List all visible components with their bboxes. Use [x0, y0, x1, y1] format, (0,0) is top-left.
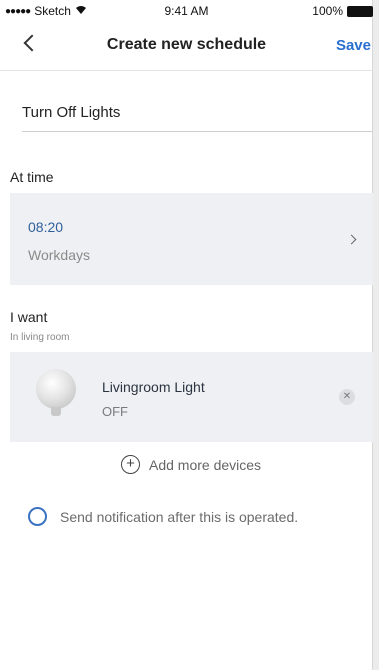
phone-screen: ●●●●● Sketch 9:41 AM 100% Create new sch…: [0, 0, 373, 670]
status-right: 100%: [312, 4, 373, 18]
save-button[interactable]: Save: [336, 37, 371, 54]
i-want-label: I want: [10, 309, 48, 325]
remove-device-button[interactable]: ✕: [339, 389, 355, 405]
device-row[interactable]: Livingroom Light OFF ✕: [10, 352, 373, 442]
at-time-label: At time: [10, 169, 54, 185]
nav-divider: [0, 70, 373, 71]
light-bulb-base: [51, 407, 61, 416]
status-bar: ●●●●● Sketch 9:41 AM 100%: [0, 0, 373, 22]
battery-icon: [347, 5, 373, 17]
room-sublabel: In living room: [10, 332, 70, 343]
time-value: 08:20: [28, 219, 64, 235]
time-picker-row[interactable]: 08:20 Workdays: [10, 193, 373, 285]
device-state: OFF: [102, 404, 128, 419]
battery-percent: 100%: [312, 4, 343, 18]
nav-bar: Create new schedule Save: [0, 24, 373, 68]
add-devices-button[interactable]: + Add more devices: [121, 455, 261, 474]
chevron-right-icon: [346, 234, 357, 245]
schedule-name-field[interactable]: Turn Off Lights: [22, 92, 373, 132]
repeat-value: Workdays: [28, 247, 90, 263]
light-bulb-icon: [36, 369, 76, 409]
notification-label: Send notification after this is operated…: [60, 508, 299, 525]
device-name: Livingroom Light: [102, 379, 205, 395]
notification-option[interactable]: Send notification after this is operated…: [28, 507, 298, 526]
page-title: Create new schedule: [106, 36, 267, 53]
add-devices-label: Add more devices: [149, 456, 262, 473]
notification-radio[interactable]: [28, 507, 47, 526]
close-icon: ✕: [342, 391, 352, 402]
plus-circle-icon: +: [121, 455, 140, 474]
